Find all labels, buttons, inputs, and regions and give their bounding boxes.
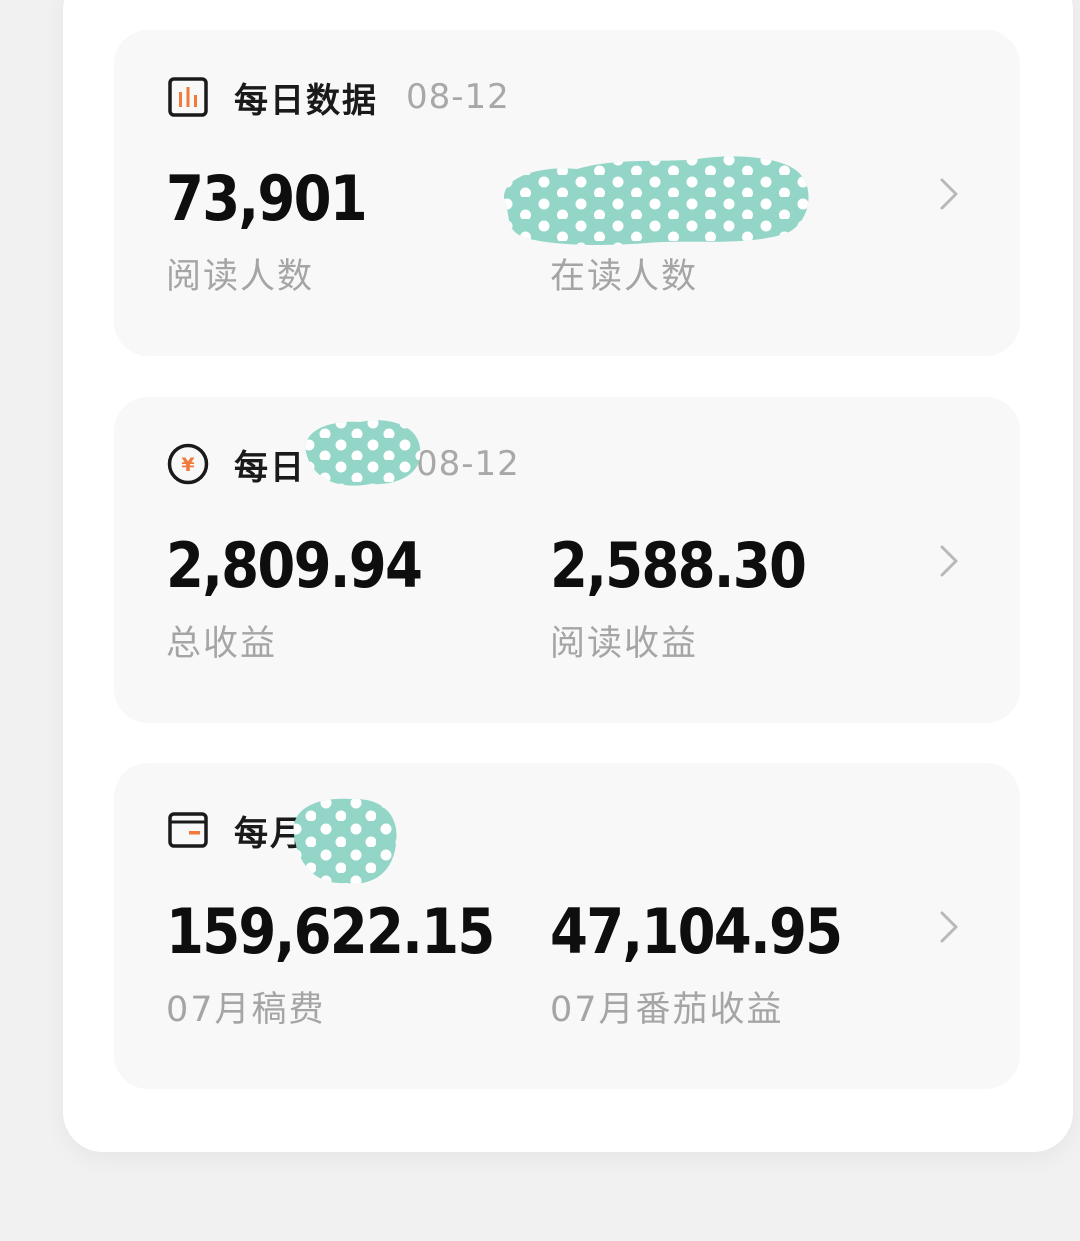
stat-value: 47,104.95: [550, 895, 843, 968]
stat-total-earnings: 2,809.94 总收益: [166, 535, 456, 666]
yuan-coin-icon: ¥: [167, 443, 209, 485]
stat-value: 2,809.94: [166, 529, 423, 602]
redaction-mark: [305, 420, 421, 486]
card-title: 每日数据: [234, 80, 378, 121]
stat-label: 在读人数: [550, 257, 699, 297]
svg-text:¥: ¥: [181, 454, 194, 476]
card-header: 每日数据 08-12: [166, 75, 510, 121]
wallet-icon: [168, 812, 208, 848]
stat-label: 总收益: [166, 624, 278, 664]
stat-value: 159,622.15: [166, 895, 495, 968]
stat-value: 73,901: [166, 162, 368, 235]
chevron-right-icon[interactable]: [936, 544, 962, 578]
card-title: 每日: [234, 447, 306, 488]
chevron-right-icon[interactable]: [936, 910, 962, 944]
card-date: 08-12: [406, 77, 510, 117]
stat-royalties: 159,622.15 07月稿费: [166, 901, 538, 1032]
bar-chart-icon: [168, 77, 208, 117]
card-date: 08-12: [416, 444, 520, 484]
daily-earnings-card[interactable]: ¥ 每日 08-12 2,809.94 总收益 2,588.30 阅读收益: [114, 397, 1020, 723]
stat-fanqie-earnings: 47,104.95 07月番茄收益: [550, 901, 881, 1032]
monthly-earnings-card[interactable]: 每月 159,622.15 07月稿费 47,104.95 07月番茄收益: [114, 763, 1020, 1089]
redaction-mark: [293, 798, 397, 884]
stat-label: 07月稿费: [166, 990, 326, 1030]
stat-reading-earnings: 2,588.30 阅读收益: [550, 535, 840, 666]
stat-label: 阅读收益: [550, 624, 699, 664]
stat-label: 阅读人数: [166, 257, 315, 297]
stat-label: 07月番茄收益: [550, 990, 784, 1030]
stat-readers: 73,901 阅读人数: [166, 168, 393, 299]
chevron-right-icon[interactable]: [936, 177, 962, 211]
redaction-mark: [503, 156, 809, 245]
stat-value: 2,588.30: [550, 529, 807, 602]
